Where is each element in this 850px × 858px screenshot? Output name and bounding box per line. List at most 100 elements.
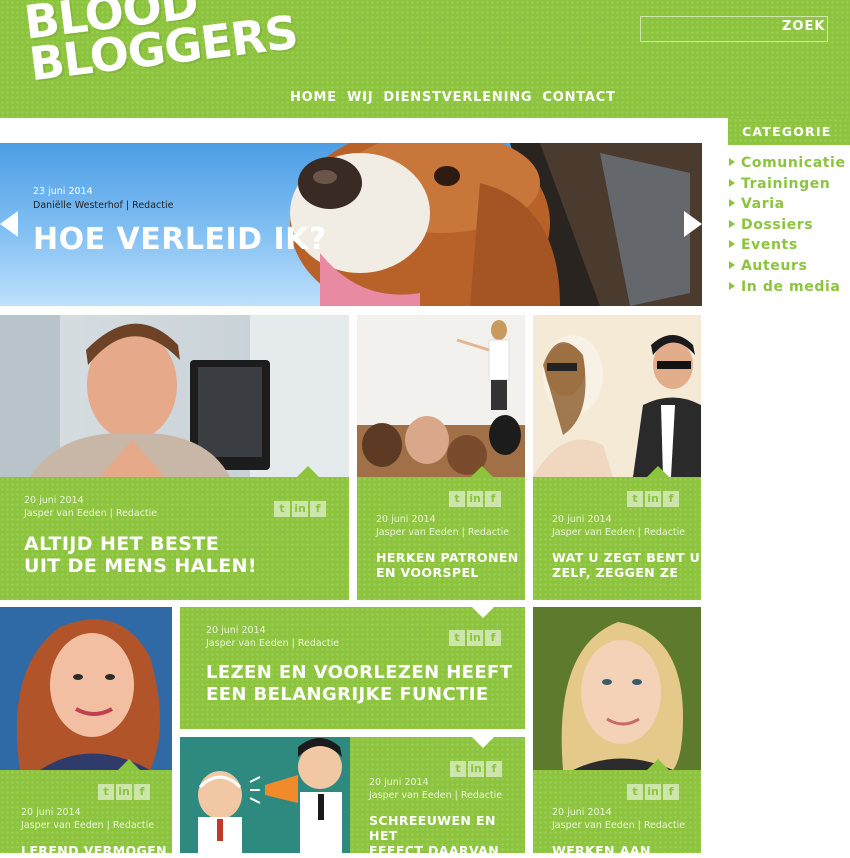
post-title-line: ALTIJD HET BESTE bbox=[24, 533, 220, 555]
post-card-7[interactable]: t in f 20 juni 2014 Jasper van Eeden | R… bbox=[533, 759, 701, 858]
post-title[interactable]: WAT U ZEGT BENT U ZELF, ZEGGEN ZE bbox=[552, 550, 700, 580]
nav-contact[interactable]: CONTACT bbox=[542, 90, 615, 105]
category-item-label: In de media bbox=[741, 278, 841, 295]
notch-indicator bbox=[647, 759, 669, 770]
notch-indicator bbox=[647, 466, 669, 477]
post-2-photo[interactable] bbox=[357, 315, 525, 477]
linkedin-icon[interactable]: in bbox=[468, 761, 484, 777]
post-author[interactable]: Jasper van Eeden | Redactie bbox=[369, 790, 502, 801]
post-title[interactable]: WERKEN AAN bbox=[552, 843, 651, 858]
search-button[interactable]: ZOEK bbox=[782, 19, 825, 34]
chevron-right-icon bbox=[729, 199, 735, 208]
post-title-line: UIT DE MENS HALEN! bbox=[24, 555, 257, 577]
post-title-line: EFFECT DAARVAN bbox=[369, 843, 500, 858]
twitter-icon[interactable]: t bbox=[98, 784, 114, 800]
post-3-photo[interactable] bbox=[533, 315, 701, 477]
shouting-cartoon-image bbox=[180, 737, 350, 853]
post-title-line: HERKEN PATRONEN bbox=[376, 550, 519, 565]
slider-next-arrow-icon[interactable] bbox=[684, 211, 702, 237]
category-item-comunicatie[interactable]: Comunicatie bbox=[729, 155, 846, 176]
category-item-events[interactable]: Events bbox=[729, 237, 846, 258]
linkedin-icon[interactable]: in bbox=[467, 630, 483, 646]
post-card-4[interactable]: 20 juni 2014 Jasper van Eeden | Redactie… bbox=[180, 607, 525, 729]
hero-author[interactable]: Daniëlle Westerhof | Redactie bbox=[33, 200, 173, 211]
post-author[interactable]: Jasper van Eeden | Redactie bbox=[206, 638, 339, 649]
category-item-label: Events bbox=[741, 237, 798, 254]
post-title-line: ZELF, ZEGGEN ZE bbox=[552, 565, 679, 580]
social-share: t in f bbox=[449, 630, 501, 646]
post-author[interactable]: Jasper van Eeden | Redactie bbox=[376, 527, 509, 538]
facebook-icon[interactable]: f bbox=[485, 491, 501, 507]
post-title[interactable]: HERKEN PATRONEN EN VOORSPEL bbox=[376, 550, 519, 580]
post-author[interactable]: Jasper van Eeden | Redactie bbox=[24, 508, 157, 519]
post-date: 20 juni 2014 bbox=[206, 625, 266, 636]
category-heading: CATEGORIE bbox=[728, 118, 850, 145]
linkedin-icon[interactable]: in bbox=[116, 784, 132, 800]
chevron-right-icon bbox=[729, 158, 735, 166]
nav-dienstverlening[interactable]: DIENSTVERLENING bbox=[383, 90, 532, 105]
category-item-in-de-media[interactable]: In de media bbox=[729, 279, 846, 300]
post-5-photo[interactable] bbox=[180, 737, 350, 853]
post-7-photo[interactable] bbox=[533, 607, 701, 770]
post-card-1[interactable]: 20 juni 2014 Jasper van Eeden | Redactie… bbox=[0, 466, 349, 600]
linkedin-icon[interactable]: in bbox=[645, 784, 661, 800]
linkedin-icon[interactable]: in bbox=[292, 501, 308, 517]
facebook-icon[interactable]: f bbox=[663, 491, 679, 507]
post-title[interactable]: ALTIJD HET BESTE UIT DE MENS HALEN! bbox=[24, 533, 257, 577]
social-share: t in f bbox=[274, 501, 326, 517]
social-share: t in f bbox=[627, 491, 679, 507]
facebook-icon[interactable]: f bbox=[134, 784, 150, 800]
hero-title[interactable]: HOE VERLEID IK? bbox=[33, 222, 327, 257]
social-share: t in f bbox=[98, 784, 150, 800]
twitter-icon[interactable]: t bbox=[627, 491, 643, 507]
twitter-icon[interactable]: t bbox=[449, 630, 465, 646]
notch-indicator bbox=[118, 759, 140, 770]
linkedin-icon[interactable]: in bbox=[467, 491, 483, 507]
nav-wij[interactable]: WIJ bbox=[347, 90, 373, 105]
post-1-photo[interactable] bbox=[0, 315, 349, 477]
facebook-icon[interactable]: f bbox=[486, 761, 502, 777]
social-share: t in f bbox=[449, 491, 501, 507]
post-title-line: EN VOORSPEL bbox=[376, 565, 479, 580]
category-list: Comunicatie Trainingen Varia Dossiers Ev… bbox=[729, 155, 846, 299]
category-item-auteurs[interactable]: Auteurs bbox=[729, 258, 846, 279]
chevron-right-icon bbox=[729, 219, 735, 228]
man-portrait-image bbox=[0, 315, 349, 477]
post-title-line: SCHREEUWEN EN HET bbox=[369, 813, 496, 843]
facebook-icon[interactable]: f bbox=[663, 784, 679, 800]
presentation-image bbox=[357, 315, 525, 477]
facebook-icon[interactable]: f bbox=[310, 501, 326, 517]
post-author[interactable]: Jasper van Eeden | Redactie bbox=[21, 820, 154, 831]
twitter-icon[interactable]: t bbox=[627, 784, 643, 800]
category-item-label: Auteurs bbox=[741, 257, 808, 274]
post-title[interactable]: LEZEN EN VOORLEZEN HEEFT EEN BELANGRIJKE… bbox=[206, 662, 512, 706]
post-title-line: LEZEN EN VOORLEZEN HEEFT bbox=[206, 662, 513, 683]
post-card-3[interactable]: t in f 20 juni 2014 Jasper van Eeden | R… bbox=[533, 466, 701, 600]
nav-home[interactable]: HOME bbox=[290, 90, 337, 105]
category-item-varia[interactable]: Varia bbox=[729, 196, 846, 217]
post-6-photo[interactable] bbox=[0, 607, 172, 770]
post-title[interactable]: SCHREEUWEN EN HET EFFECT DAARVAN bbox=[369, 813, 525, 858]
post-author[interactable]: Jasper van Eeden | Redactie bbox=[552, 820, 685, 831]
post-title-line: LEREND VERMOGEN bbox=[21, 843, 168, 858]
category-item-trainingen[interactable]: Trainingen bbox=[729, 176, 846, 197]
couple-image bbox=[533, 315, 701, 477]
blonde-woman-portrait-image bbox=[533, 607, 701, 770]
post-card-6[interactable]: t in f 20 juni 2014 Jasper van Eeden | R… bbox=[0, 759, 172, 858]
facebook-icon[interactable]: f bbox=[485, 630, 501, 646]
hero-date: 23 juni 2014 bbox=[33, 186, 93, 197]
woman-portrait-image bbox=[0, 607, 172, 770]
twitter-icon[interactable]: t bbox=[449, 491, 465, 507]
twitter-icon[interactable]: t bbox=[450, 761, 466, 777]
twitter-icon[interactable]: t bbox=[274, 501, 290, 517]
chevron-right-icon bbox=[729, 178, 735, 187]
slider-prev-arrow-icon[interactable] bbox=[0, 211, 18, 237]
post-card-2[interactable]: t in f 20 juni 2014 Jasper van Eeden | R… bbox=[357, 466, 525, 600]
post-card-5[interactable]: t in f 20 juni 2014 Jasper van Eeden | R… bbox=[350, 737, 525, 858]
post-date: 20 juni 2014 bbox=[24, 495, 84, 506]
category-item-dossiers[interactable]: Dossiers bbox=[729, 217, 846, 238]
linkedin-icon[interactable]: in bbox=[645, 491, 661, 507]
post-author[interactable]: Jasper van Eeden | Redactie bbox=[552, 527, 685, 538]
social-share: t in f bbox=[627, 784, 679, 800]
post-title[interactable]: LEREND VERMOGEN bbox=[21, 843, 167, 858]
